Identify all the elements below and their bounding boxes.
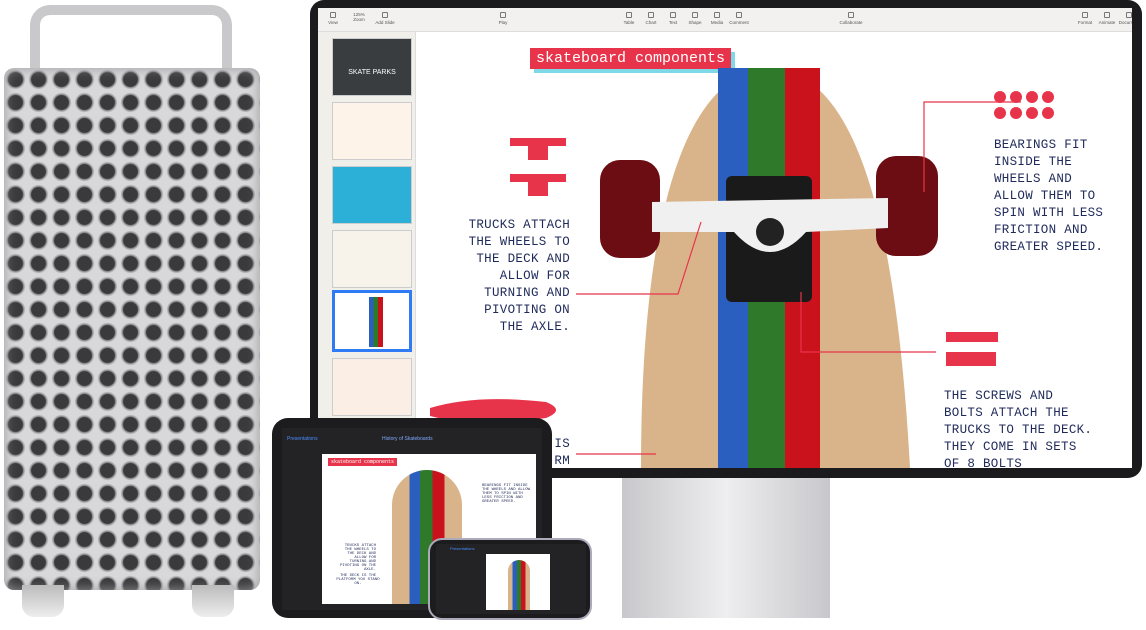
toolbar-label: Add Slide — [375, 20, 395, 25]
plus-icon — [382, 12, 388, 18]
toolbar-label: Zoom — [353, 17, 365, 22]
toolbar-label: Table — [623, 20, 635, 25]
slide-canvas[interactable]: skateboard components TRUCKS ATTACH THE … — [416, 32, 1132, 468]
table-icon — [626, 12, 632, 18]
mac-pro-foot — [22, 585, 64, 617]
slide-thumbnail[interactable] — [332, 230, 412, 288]
toolbar-collaborate-button[interactable]: Collaborate — [836, 12, 866, 25]
toolbar-label: Shape — [688, 20, 702, 25]
collaborate-icon — [848, 12, 854, 18]
slide-thumbnail[interactable] — [332, 358, 412, 416]
ipad-slide-title: skateboard components — [328, 458, 398, 466]
document-icon — [1126, 12, 1132, 18]
toolbar-play-button[interactable]: Play — [488, 12, 518, 25]
chart-icon — [648, 12, 654, 18]
slide-thumbnail[interactable] — [332, 102, 412, 160]
kingpin — [756, 218, 784, 246]
toolbar-label: Collaborate — [839, 20, 863, 25]
slide-thumbnail-selected[interactable] — [332, 290, 412, 352]
screw-icons — [946, 332, 998, 366]
wheel-left — [600, 160, 660, 258]
play-icon — [500, 12, 506, 18]
toolbar-label: Play — [498, 20, 508, 25]
presentations-button[interactable]: Presentations — [450, 546, 474, 551]
toolbar-label: Document — [1118, 20, 1132, 25]
toolbar-document-button[interactable]: Document — [1114, 12, 1132, 25]
ipad-deck-caption: THE DECK IS THE PLATFORM YOU STAND ON. — [336, 574, 380, 586]
bearings-caption[interactable]: BEARINGS FIT INSIDE THE WHEELS AND ALLOW… — [994, 137, 1114, 256]
mac-pro-foot — [192, 585, 234, 617]
toolbar-label: Animate — [1098, 20, 1116, 25]
toolbar: View 125% Zoom Add Slide Play Table Chart Text S… — [318, 8, 1132, 32]
toolbar-add-slide-button[interactable]: Add Slide — [370, 12, 400, 25]
iphone-slide[interactable] — [486, 554, 550, 610]
slide-thumbnail[interactable]: SKATE PARKS — [332, 38, 412, 96]
ipad-bearings-caption: BEARINGS FIT INSIDE THE WHEELS AND ALLOW… — [482, 484, 531, 504]
mac-pro-handle — [30, 5, 232, 75]
text-icon — [670, 12, 676, 18]
shape-icon — [692, 12, 698, 18]
toolbar-label: Comment — [729, 20, 749, 25]
format-icon — [1082, 12, 1088, 18]
display-stand — [622, 478, 830, 618]
keynote-window: View 125% Zoom Add Slide Play Table Chart Text S… — [318, 8, 1132, 468]
truck-icons — [510, 138, 566, 196]
presentations-button[interactable]: Presentations — [287, 436, 318, 442]
toolbar-label: Media — [710, 20, 724, 25]
toolbar-comment-button[interactable]: Comment — [724, 12, 754, 25]
mac-pro-tower — [4, 68, 260, 590]
media-icon — [714, 12, 720, 18]
iphone-keynote: Presentations — [436, 544, 586, 614]
iphone-skateboard — [508, 560, 530, 610]
sidebar-icon — [330, 12, 336, 18]
slide-navigator[interactable]: SKATE PARKS — [318, 32, 416, 468]
toolbar-label: View — [328, 20, 338, 25]
ipad-trucks-caption: TRUCKS ATTACH THE WHEELS TO THE DECK AND… — [339, 544, 376, 572]
slide-thumbnail[interactable] — [332, 166, 412, 224]
trucks-caption[interactable]: TRUCKS ATTACH THE WHEELS TO THE DECK AND… — [454, 217, 570, 336]
screws-caption[interactable]: THE SCREWS AND BOLTS ATTACH THE TRUCKS T… — [944, 388, 1094, 468]
animate-icon — [1104, 12, 1110, 18]
toolbar-label: Chart — [645, 20, 657, 25]
comment-icon — [736, 12, 742, 18]
toolbar-label: Text — [668, 20, 678, 25]
bearing-icons — [994, 91, 1054, 119]
document-title: History of Skateboards — [382, 436, 433, 442]
toolbar-label: Format — [1077, 20, 1093, 25]
